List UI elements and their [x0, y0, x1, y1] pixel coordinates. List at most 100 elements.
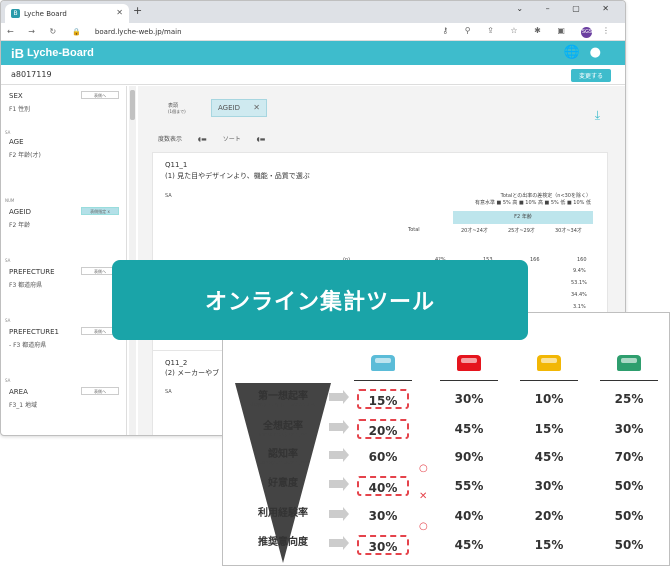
question-number: Q11_2 — [165, 359, 188, 367]
cross-mark-icon: ✕ — [419, 491, 428, 502]
variable-category: SA — [5, 258, 11, 263]
note-line: 有意水準 ■ 5% 高 ■ 10% 高 ■ 5% 低 ■ 10% 低 — [474, 200, 591, 206]
funnel-value: 70% — [614, 450, 644, 464]
variable-label: F1 性別 — [9, 106, 31, 113]
funnel-value: 30% — [614, 422, 644, 436]
significance-note: Totalとの出率の差検定（n<30を除く） 有意水準 ■ 5% 高 ■ 10%… — [475, 193, 591, 207]
profile-avatar[interactable]: SGS — [581, 27, 593, 38]
ratio-toggle[interactable]: 度数表示 ◖▬ — [158, 136, 207, 143]
funnel-row-label: 好意度 — [235, 474, 331, 489]
nav-buttons[interactable]: ← → ↻ — [7, 27, 62, 36]
window-controls[interactable]: ⌄ – ▢ ✕ — [516, 4, 619, 13]
question-title: (1) 見た目やデザインより、機能・品質で選ぶ — [165, 172, 310, 180]
funnel-value: 40% — [454, 509, 484, 523]
car-icon — [537, 355, 561, 371]
funnel-value: 45% — [454, 422, 484, 436]
sidebar-item-age[interactable]: SA AGE F2 年齢(才) — [5, 130, 121, 159]
sidebar-item-prefecture1[interactable]: SA PREFECTURE1 - F3 都道府県 表側へ — [5, 318, 121, 349]
download-icon[interactable]: ⤓ — [595, 108, 600, 123]
question-number: Q11_1 — [165, 161, 188, 169]
logo-mark: iB — [11, 45, 24, 61]
funnel-value: 30% — [357, 535, 409, 555]
address-bar: ← → ↻ 🔒 board.lyche-web.jp/main ⚷ ⚲ ⇪ ☆ … — [1, 23, 625, 41]
column-header: 30才~34才 — [555, 228, 582, 234]
funnel-value: 50% — [614, 509, 644, 523]
variable-label: F2 年齢(才) — [9, 152, 41, 159]
funnel-value: 20% — [534, 509, 564, 523]
funnel-row-title: 推奨意向度 — [258, 537, 308, 548]
funnel-row-label: 利用経験率 — [235, 504, 331, 519]
sidebar-item-ageid[interactable]: NUM AGEID F2 年齢 表側指定 x — [5, 198, 121, 229]
question-type: SA — [165, 389, 172, 395]
funnel-value: 90% — [454, 450, 484, 464]
app-logo: iB Lyche-Board — [11, 46, 94, 61]
sidebar-item-sex[interactable]: SEX F1 性別 表側へ — [9, 91, 121, 113]
user-icon[interactable]: ● — [590, 45, 611, 60]
table-header: F2 年齢 — [453, 211, 593, 224]
close-icon[interactable]: ✕ — [253, 103, 260, 112]
column-header: 20才~24才 — [461, 228, 488, 234]
globe-icon[interactable]: 🌐 — [563, 45, 589, 60]
scroll-thumb[interactable] — [130, 90, 135, 120]
browser-tools[interactable]: ⚷ ⚲ ⇪ ☆ ✱ ▣ SGS ⋮ — [442, 26, 617, 38]
sidebar-item-prefecture[interactable]: SA PREFECTURE F3 都道府県 表側へ — [5, 258, 121, 289]
funnel-value: 50% — [614, 479, 644, 493]
funnel-row-title: 認知率 — [268, 449, 298, 460]
car-column-header — [520, 355, 578, 381]
sort-toggle[interactable]: ソート ◖▬ — [223, 136, 266, 143]
app-header: iB Lyche-Board 🌐● — [1, 41, 625, 65]
total-label: Total — [408, 227, 420, 233]
funnel-row-label: 全想起率 (純粋想起で記載された比率) — [235, 417, 331, 438]
circle-mark-icon: ○ — [419, 521, 428, 532]
change-button[interactable]: 変更する — [570, 69, 611, 82]
header-icons: 🌐● — [563, 45, 611, 60]
filter-label-title: 表頭 — [168, 103, 179, 109]
add-to-side-button[interactable]: 表側へ — [81, 387, 119, 395]
arrow-icon — [329, 477, 349, 491]
funnel-value: 40% — [357, 476, 409, 496]
sort-label: ソート — [222, 136, 241, 143]
ratio-label: 度数表示 — [158, 136, 183, 143]
filter-chip[interactable]: AGEID ✕ — [211, 99, 267, 117]
promo-banner: オンライン集計ツール — [112, 260, 528, 340]
question-title: (2) メーカーやブ — [165, 369, 220, 377]
funnel-row-label: 第一想起率 (純粋想起で1番目に記載された比率) — [235, 387, 331, 408]
funnel-panel: 第一想起率 (純粋想起で1番目に記載された比率) 15% 30% 10% 25% 全想起率(… — [222, 312, 670, 566]
add-to-side-button[interactable]: 表側へ — [81, 91, 119, 99]
funnel-value: 20% — [357, 419, 409, 439]
session-bar: a8017119 変更する — [1, 65, 625, 85]
car-column-header — [600, 355, 658, 381]
new-tab-icon[interactable]: + — [133, 4, 142, 17]
sidebar-item-area[interactable]: SA AREA F3_1 地域 表側へ — [5, 378, 121, 409]
table-cell: 166 — [530, 257, 540, 263]
variable-category: NUM — [5, 198, 15, 203]
variable-sidebar: SEX F1 性別 表側へ SA AGE F2 年齢(才) NUM AGEID … — [1, 86, 127, 435]
table-cell: 9.4% — [573, 268, 586, 274]
variable-label: F2 年齢 — [9, 222, 31, 229]
funnel-row-title: 全想起率 — [263, 421, 303, 432]
funnel-value: 15% — [534, 538, 564, 552]
tab-bar: B Lyche Board ✕ + ⌄ – ▢ ✕ — [1, 1, 625, 23]
arrow-icon — [329, 448, 349, 462]
funnel-row-label: 推奨意向度 — [235, 533, 331, 548]
funnel-value: 60% — [368, 450, 398, 464]
funnel-value: 50% — [614, 538, 644, 552]
table-cell: 3.1% — [573, 304, 586, 310]
funnel-row-title: 好意度 — [268, 478, 298, 489]
funnel-value: 45% — [534, 450, 564, 464]
circle-mark-icon: ○ — [419, 463, 428, 474]
browser-tab[interactable]: B Lyche Board ✕ — [5, 4, 129, 23]
funnel-row-title: 第一想起率 — [258, 391, 308, 402]
note-line: Totalとの出率の差検定（n<30を除く） — [500, 193, 591, 199]
close-tab-icon[interactable]: ✕ — [116, 8, 123, 17]
selected-tag-button[interactable]: 表側指定 x — [81, 207, 119, 215]
url-field[interactable]: board.lyche-web.jp/main — [95, 28, 182, 36]
variable-category: SA — [5, 130, 11, 135]
funnel-row-label: 認知率 (選択肢提示で選ばれた比率) — [235, 445, 331, 466]
favicon-icon: B — [11, 9, 20, 18]
logo-text: Lyche-Board — [27, 47, 94, 59]
session-id: a8017119 — [11, 70, 52, 79]
funnel-value: 45% — [454, 538, 484, 552]
variable-category: SA — [5, 378, 11, 383]
car-column-header — [440, 355, 498, 381]
